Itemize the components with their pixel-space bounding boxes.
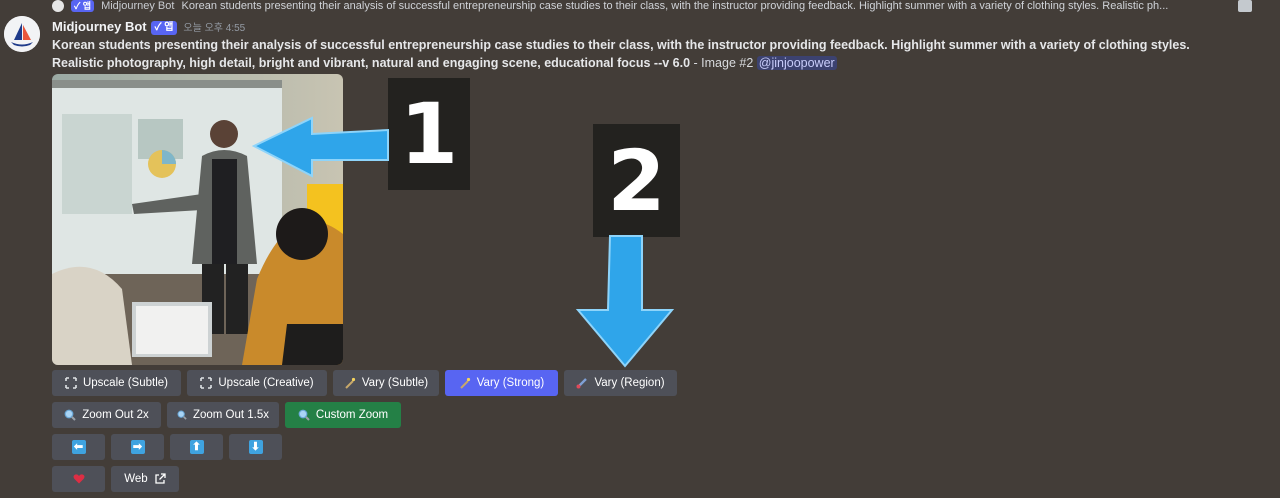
image-number: - Image #2: [690, 56, 757, 70]
button-label: Zoom Out 1.5x: [192, 409, 269, 421]
left-arrow-icon: ⬅: [71, 440, 86, 454]
pan-right-button[interactable]: ➡: [111, 434, 164, 460]
magnifier-icon: [298, 409, 310, 421]
zoom-out-1-5x-button[interactable]: Zoom Out 1.5x: [167, 402, 279, 428]
prompt-body: Korean students presenting their analysi…: [52, 38, 1190, 70]
vary-region-button[interactable]: Vary (Region): [564, 370, 677, 396]
button-label: Zoom Out 2x: [82, 409, 149, 421]
pan-left-button[interactable]: ⬅: [52, 434, 105, 460]
magic-wand-icon: [460, 377, 470, 389]
callout-number-2: 2: [593, 124, 680, 237]
timestamp: 오늘 오후 4:55: [183, 23, 246, 34]
button-label: Vary (Subtle): [361, 377, 429, 389]
user-mention[interactable]: @jinjoopower: [756, 56, 837, 70]
right-arrow-icon: ➡: [130, 440, 145, 454]
vary-subtle-button[interactable]: Vary (Subtle): [333, 370, 439, 396]
vary-strong-button[interactable]: Vary (Strong): [445, 370, 558, 396]
external-link-icon: [155, 473, 166, 484]
button-label: Vary (Strong): [476, 377, 545, 389]
favorite-button[interactable]: [52, 466, 105, 492]
custom-zoom-button[interactable]: Custom Zoom: [285, 402, 401, 428]
left-arrow-icon: [251, 116, 389, 178]
message-header: Midjourney Bot ✓ 앱 오늘 오후 4:55: [52, 18, 245, 36]
callout-number-1: 1: [388, 78, 470, 190]
zoom-out-2x-button[interactable]: Zoom Out 2x: [52, 402, 161, 428]
app-badge: ✓ 앱: [150, 21, 178, 35]
avatar[interactable]: [4, 16, 40, 52]
heart-icon: [73, 474, 84, 484]
down-arrow-icon: [575, 235, 675, 368]
button-label: Web: [124, 473, 148, 485]
paintbrush-icon: [576, 378, 588, 389]
app-badge: ✓ 앱: [71, 0, 94, 13]
extra-row: Web: [52, 466, 179, 492]
web-link-button[interactable]: Web: [111, 466, 179, 492]
reply-snippet[interactable]: Korean students presenting their analysi…: [182, 0, 1169, 12]
pan-down-button[interactable]: ⬇: [229, 434, 282, 460]
reply-avatar: [52, 0, 64, 13]
upscale-subtle-button[interactable]: Upscale (Subtle): [52, 370, 181, 396]
sailboat-icon: [4, 16, 40, 52]
down-arrow-icon: ⬇: [248, 440, 263, 454]
button-label: Upscale (Subtle): [82, 377, 168, 389]
magnifier-icon: [64, 409, 76, 421]
expand-icon: [200, 377, 213, 389]
button-label: Upscale (Creative): [218, 377, 314, 389]
button-label: Vary (Region): [594, 377, 665, 389]
reply-preview[interactable]: ✓ 앱 Midjourney Bot Korean students prese…: [52, 0, 1280, 14]
pan-row: ⬅ ➡ ⬆ ⬇: [52, 434, 282, 460]
author-name[interactable]: Midjourney Bot: [52, 19, 147, 34]
pan-up-button[interactable]: ⬆: [170, 434, 223, 460]
prompt-text: Korean students presenting their analysi…: [52, 36, 1222, 72]
callout-2-label: 2: [607, 131, 666, 230]
button-label: Custom Zoom: [315, 409, 389, 421]
up-arrow-icon: ⬆: [189, 440, 204, 454]
image-icon: [1238, 0, 1252, 12]
reply-author[interactable]: Midjourney Bot: [101, 0, 174, 12]
upscale-creative-button[interactable]: Upscale (Creative): [187, 370, 327, 396]
action-row-2: Zoom Out 2x Zoom Out 1.5x Custom Zoom: [52, 402, 401, 428]
magic-wand-icon: [345, 377, 355, 389]
action-row-1: Upscale (Subtle) Upscale (Creative) Vary…: [52, 370, 677, 396]
callout-1-label: 1: [399, 85, 459, 183]
magnifier-icon: [177, 410, 187, 420]
expand-icon: [65, 377, 77, 389]
